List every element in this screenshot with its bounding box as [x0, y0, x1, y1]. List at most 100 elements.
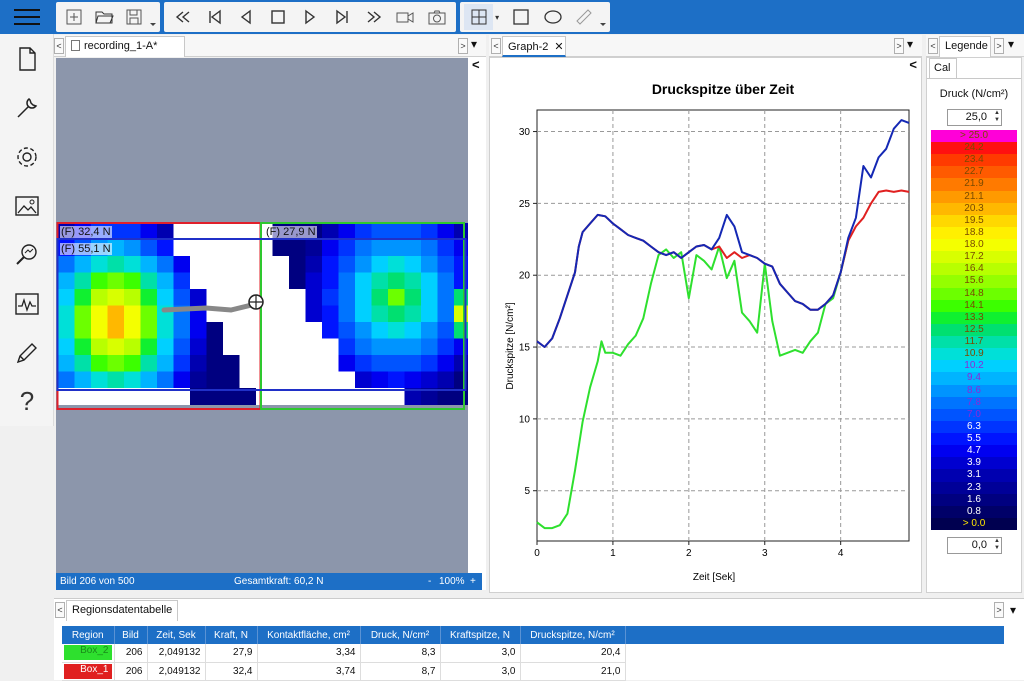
col-druckspitze[interactable]: Druckspitze, N/cm²: [520, 626, 626, 644]
heatmap-cell: [107, 289, 125, 306]
heatmap-cell: [355, 256, 372, 273]
heatmap-cell: [322, 272, 339, 290]
folder-open-icon[interactable]: [90, 4, 118, 30]
heatmap-cell: [74, 355, 92, 372]
scale-row: 18.0: [931, 239, 1017, 252]
grid-dropdown-icon[interactable]: ▾: [495, 13, 505, 22]
collapse-left-icon[interactable]: <: [472, 57, 480, 72]
scale-row: > 0.0: [931, 517, 1017, 530]
zoom-out-button[interactable]: -: [428, 576, 431, 587]
grid-icon[interactable]: [464, 4, 494, 30]
heatmap-cell: [388, 305, 405, 323]
tab-scroll-right[interactable]: >: [458, 38, 468, 54]
heatmap-cell: [371, 256, 389, 273]
scale-row: > 25.0: [931, 130, 1017, 143]
fast-forward-icon[interactable]: [359, 4, 389, 30]
heatmap-cell: [190, 371, 207, 389]
ruler-icon[interactable]: [569, 4, 598, 30]
legend-tab-scroll-right[interactable]: >: [994, 38, 1004, 54]
heatmap-cell: [421, 289, 438, 306]
col-zeit[interactable]: Zeit, Sek: [147, 626, 206, 644]
heatmap-cell: [190, 355, 207, 372]
bottom-tab-scroll-left[interactable]: <: [55, 602, 65, 618]
zoom-in-button[interactable]: +: [470, 576, 476, 587]
heatmap-cell: [272, 355, 290, 372]
heatmap-cell: [388, 256, 405, 273]
video-camera-icon[interactable]: [390, 4, 420, 30]
heatmap-cell: [256, 272, 273, 290]
step-back-icon[interactable]: [232, 4, 262, 30]
heatmap-cell: [272, 338, 290, 356]
chart-icon[interactable]: [0, 279, 54, 328]
stop-icon[interactable]: [263, 4, 293, 30]
col-bild[interactable]: Bild: [114, 626, 148, 644]
max-value-spinner[interactable]: 25,0: [947, 109, 1002, 126]
scale-row: 14.8: [931, 287, 1017, 300]
heatmap-cell: [58, 256, 75, 273]
fast-rewind-icon[interactable]: [168, 4, 198, 30]
bottom-tab-menu-icon[interactable]: ▾: [1010, 603, 1016, 617]
tab-recording[interactable]: recording_1-A*: [65, 36, 185, 57]
heatmap-cell: [223, 289, 240, 306]
tab-cal[interactable]: Cal: [929, 58, 957, 78]
heatmap-cell: [140, 371, 158, 389]
legend-tab-menu-icon[interactable]: ▾: [1008, 37, 1014, 51]
min-value-spinner[interactable]: 0,0: [947, 537, 1002, 554]
play-icon[interactable]: [295, 4, 325, 30]
col-kraftspitze[interactable]: Kraftspitze, N: [440, 626, 521, 644]
graph-tab-scroll-left[interactable]: <: [491, 38, 501, 54]
heatmap-cell: [289, 355, 306, 372]
heatmap-cell: [404, 239, 422, 257]
help-icon[interactable]: ?: [0, 377, 54, 426]
col-kraft[interactable]: Kraft, N: [205, 626, 258, 644]
close-icon[interactable]: ✕: [554, 41, 563, 53]
tab-legend[interactable]: Legende: [939, 36, 991, 57]
zoom-analysis-icon[interactable]: [0, 230, 54, 279]
heatmap-cell: [107, 355, 125, 372]
save-dropdown-caret[interactable]: [150, 4, 156, 30]
ellipse-icon[interactable]: [538, 4, 567, 30]
tab-regions[interactable]: Regionsdatentabelle: [66, 600, 179, 621]
graph-tab-menu-icon[interactable]: ▾: [907, 37, 913, 51]
cell-kraftspitze: 3,0: [440, 662, 521, 681]
heatmap-cell: [173, 256, 191, 273]
graph-tab-bar: < Graph-2 ✕ > ▾: [489, 35, 922, 57]
col-flaeche[interactable]: Kontaktfläche, cm²: [257, 626, 361, 644]
heatmap-cell: [140, 338, 158, 356]
skip-end-icon[interactable]: [327, 4, 357, 30]
pressure-image-view[interactable]: (F) 32,4 N (F) 55,1 N (F) 27,9 N: [56, 58, 468, 573]
col-region[interactable]: Region: [62, 626, 115, 644]
legend-tab-scroll-left[interactable]: <: [928, 38, 938, 54]
tab-scroll-left[interactable]: <: [54, 38, 64, 54]
col-druck[interactable]: Druck, N/cm²: [360, 626, 441, 644]
skip-start-icon[interactable]: [200, 4, 230, 30]
bottom-tab-scroll-right[interactable]: >: [994, 602, 1004, 618]
scale-row: 18.8: [931, 226, 1017, 240]
heatmap-cell: [256, 371, 273, 389]
file-icon[interactable]: [0, 34, 54, 83]
save-icon[interactable]: [120, 4, 148, 30]
heatmap-cell: [124, 256, 141, 273]
heatmap-cell: [322, 371, 339, 389]
rectangle-icon[interactable]: [507, 4, 536, 30]
hamburger-menu-icon[interactable]: [0, 0, 54, 34]
heatmap-cell: [305, 256, 323, 273]
pencil-icon[interactable]: [0, 328, 54, 377]
wrench-icon[interactable]: [0, 83, 54, 132]
graph-tab-scroll-right[interactable]: >: [894, 38, 904, 54]
heatmap-cell: [338, 223, 356, 240]
table-row[interactable]: Box_2 206 2,049132 27,9 3,34 8,3 3,0 20,…: [62, 644, 626, 663]
scale-row: 16.4: [931, 263, 1017, 276]
add-icon[interactable]: [60, 4, 88, 30]
camera-icon[interactable]: [422, 4, 452, 30]
tab-menu-icon[interactable]: ▾: [471, 37, 477, 51]
scale-row: 4.7: [931, 445, 1017, 458]
image-icon[interactable]: [0, 181, 54, 230]
tab-graph[interactable]: Graph-2 ✕: [502, 36, 566, 57]
table-row[interactable]: Box_1 206 2,049132 32,4 3,74 8,7 3,0 21,…: [62, 662, 626, 681]
shape-dropdown-caret[interactable]: [600, 4, 606, 30]
y-axis-label: Druckspitze [N/cm²]: [505, 302, 516, 389]
document-icon: [71, 40, 80, 51]
gear-icon[interactable]: [0, 132, 54, 181]
cell-kraft: 32,4: [205, 662, 258, 681]
